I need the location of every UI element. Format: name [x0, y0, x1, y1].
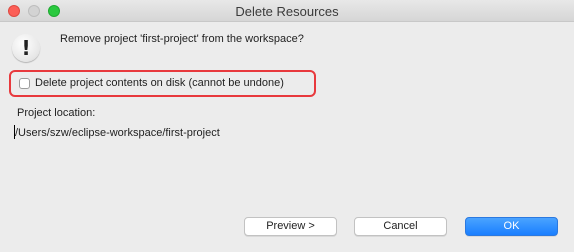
warning-icon: ! [12, 34, 40, 62]
window-title: Delete Resources [235, 4, 339, 19]
delete-contents-checkbox[interactable] [19, 78, 30, 89]
title-bar[interactable]: Delete Resources [0, 0, 574, 22]
cancel-button[interactable]: Cancel [354, 217, 447, 236]
project-location-label: Project location: [17, 107, 96, 119]
ok-button[interactable]: OK [465, 217, 558, 236]
delete-contents-label[interactable]: Delete project contents on disk (cannot … [35, 77, 284, 89]
delete-resources-dialog: Delete Resources ! Remove project 'first… [0, 0, 574, 252]
confirmation-message: Remove project 'first-project' from the … [60, 33, 304, 45]
preview-button[interactable]: Preview > [244, 217, 337, 236]
project-location-value[interactable]: /Users/szw/eclipse-workspace/first-proje… [15, 127, 220, 139]
